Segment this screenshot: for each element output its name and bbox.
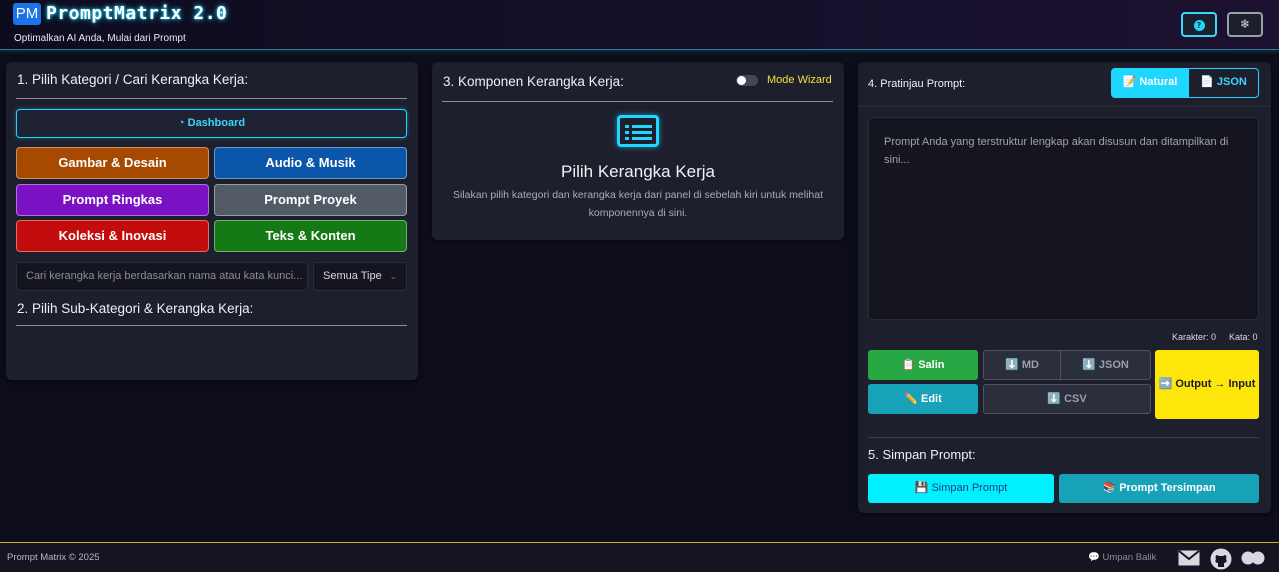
preview-panel: 4. Pratinjau Prompt: 📝 Natural 📄 JSON Pr… bbox=[858, 62, 1271, 513]
app-header: PM PromptMatrix 2.0 Optimalkan AI Anda, … bbox=[0, 0, 1279, 50]
github-icon[interactable] bbox=[1210, 548, 1232, 570]
dashboard-label: Dashboard bbox=[187, 117, 246, 129]
gear-icon: ❄ bbox=[1239, 17, 1251, 31]
dashboard-button[interactable]: ◔ Dashboard bbox=[16, 109, 407, 138]
category-button-proyek[interactable]: Prompt Proyek bbox=[214, 184, 407, 216]
category-button-ringkas[interactable]: Prompt Ringkas bbox=[16, 184, 209, 216]
char-count: Karakter: 0 bbox=[1172, 332, 1217, 342]
wizard-label: Mode Wizard bbox=[767, 74, 832, 86]
word-count: Kata: 0 bbox=[1229, 332, 1258, 342]
panel1-title: 1. Pilih Kategori / Cari Kerangka Kerja: bbox=[17, 72, 249, 87]
question-circle-icon: ? bbox=[1193, 19, 1205, 31]
panel3-title: 3. Komponen Kerangka Kerja: bbox=[443, 74, 624, 89]
app-footer: Prompt Matrix © 2025 💬 Umpan Balik bbox=[0, 542, 1279, 572]
envelope-icon[interactable] bbox=[1178, 550, 1200, 566]
type-select[interactable]: Semua Tipe ⌄ bbox=[313, 262, 407, 291]
framework-search-input[interactable]: Cari kerangka kerja berdasarkan nama ata… bbox=[16, 262, 308, 291]
download-csv-button[interactable]: ⬇️ CSV bbox=[983, 384, 1151, 414]
prompt-preview-textarea[interactable]: Prompt Anda yang terstruktur lengkap aka… bbox=[868, 117, 1259, 320]
divider bbox=[858, 106, 1271, 107]
category-button-teks[interactable]: Teks & Konten bbox=[214, 220, 407, 252]
settings-button[interactable]: ❄ bbox=[1227, 12, 1263, 37]
components-panel: 3. Komponen Kerangka Kerja: Mode Wizard … bbox=[432, 62, 844, 240]
category-button-audio[interactable]: Audio & Musik bbox=[214, 147, 407, 179]
feedback-link[interactable]: 💬 Umpan Balik bbox=[1088, 552, 1156, 563]
app-subtitle: Optimalkan AI Anda, Mulai dari Prompt bbox=[14, 33, 186, 44]
list-icon bbox=[617, 115, 659, 147]
divider bbox=[442, 101, 833, 102]
divider bbox=[868, 437, 1259, 438]
logo-badge: PM bbox=[13, 3, 41, 25]
empty-state-title: Pilih Kerangka Kerja bbox=[560, 162, 716, 181]
empty-state-description: Silakan pilih kategori dan kerangka kerj… bbox=[452, 189, 824, 219]
download-json-button[interactable]: ⬇️ JSON bbox=[1060, 350, 1151, 380]
output-to-input-button[interactable]: ➡️ Output → Input bbox=[1155, 350, 1259, 419]
divider bbox=[16, 325, 407, 326]
divider bbox=[16, 98, 407, 99]
discord-icon[interactable] bbox=[1241, 551, 1265, 565]
help-button[interactable]: ? bbox=[1181, 12, 1217, 37]
tab-json[interactable]: 📄 JSON bbox=[1188, 68, 1259, 98]
copy-button[interactable]: 📋 Salin bbox=[868, 350, 978, 380]
saved-prompts-button[interactable]: 📚 Prompt Tersimpan bbox=[1059, 474, 1259, 503]
panel4-title: 4. Pratinjau Prompt: bbox=[868, 78, 966, 90]
gauge-icon: ◔ bbox=[177, 117, 185, 129]
type-select-value: Semua Tipe bbox=[323, 270, 382, 282]
category-panel: 1. Pilih Kategori / Cari Kerangka Kerja:… bbox=[6, 62, 418, 380]
save-prompt-button[interactable]: 💾 Simpan Prompt bbox=[868, 474, 1054, 503]
edit-button[interactable]: ✏️ Edit bbox=[868, 384, 978, 414]
app-title: PromptMatrix 2.0 bbox=[46, 3, 228, 24]
save-section-title: 5. Simpan Prompt: bbox=[868, 447, 976, 462]
panel2-title: 2. Pilih Sub-Kategori & Kerangka Kerja: bbox=[17, 301, 254, 316]
tab-natural[interactable]: 📝 Natural bbox=[1111, 68, 1189, 98]
wizard-toggle[interactable] bbox=[736, 75, 758, 86]
category-button-koleksi[interactable]: Koleksi & Inovasi bbox=[16, 220, 209, 252]
chevron-down-icon: ⌄ bbox=[389, 271, 397, 281]
copyright-text: Prompt Matrix © 2025 bbox=[7, 552, 100, 563]
category-button-gambar[interactable]: Gambar & Desain bbox=[16, 147, 209, 179]
download-md-button[interactable]: ⬇️ MD bbox=[983, 350, 1061, 380]
